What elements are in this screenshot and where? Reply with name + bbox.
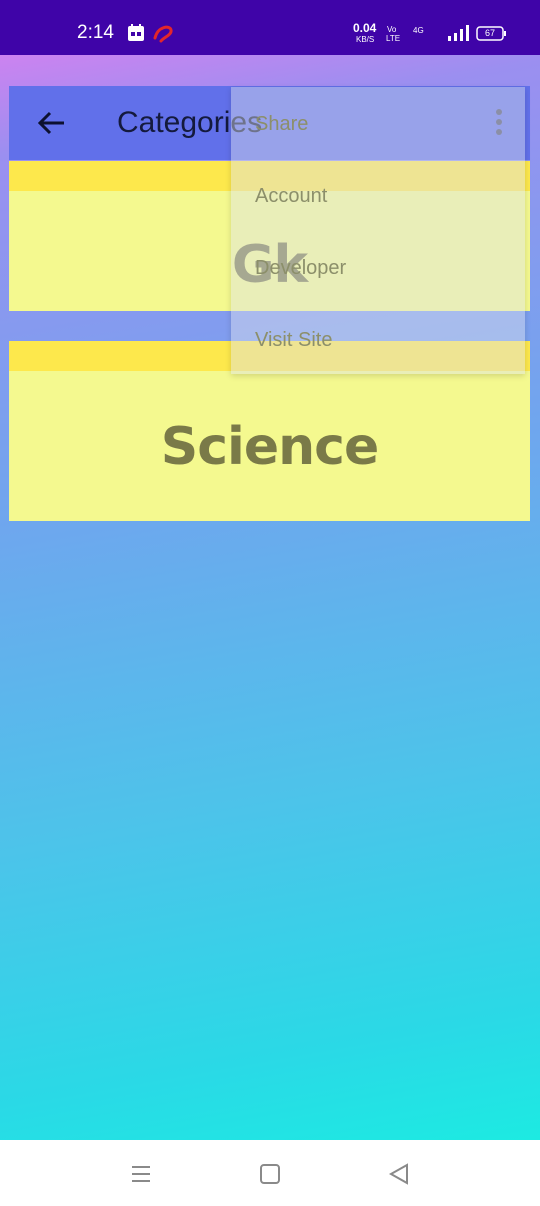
menu-item-developer[interactable]: Developer	[255, 257, 346, 280]
back-triangle-icon[interactable]	[385, 1160, 413, 1188]
menu-item-account[interactable]: Account	[255, 185, 327, 208]
arrow-back-icon[interactable]	[37, 108, 67, 138]
status-time: 2:14	[77, 22, 114, 43]
volte-top: Vo	[387, 25, 397, 34]
network-type: 4G	[413, 26, 424, 35]
overflow-menu: Share Account Developer Visit Site	[231, 87, 525, 374]
menu-item-share[interactable]: Share	[255, 113, 308, 136]
system-nav-bar	[0, 1140, 540, 1206]
calendar-icon	[127, 24, 146, 43]
speed-value: 0.04	[353, 21, 377, 35]
speed-unit: KB/S	[356, 35, 375, 44]
battery-level: 67	[485, 28, 496, 38]
home-square-icon[interactable]	[256, 1160, 284, 1188]
airtel-icon	[152, 24, 174, 43]
category-label: Science	[160, 417, 379, 477]
volte-bottom: LTE	[386, 34, 401, 43]
status-bar: 2:14 0.04 KB/S Vo LTE 4G 67	[0, 0, 540, 55]
signal-icon	[447, 24, 469, 43]
menu-icon[interactable]	[127, 1160, 155, 1188]
menu-item-visit-site[interactable]: Visit Site	[255, 329, 332, 352]
